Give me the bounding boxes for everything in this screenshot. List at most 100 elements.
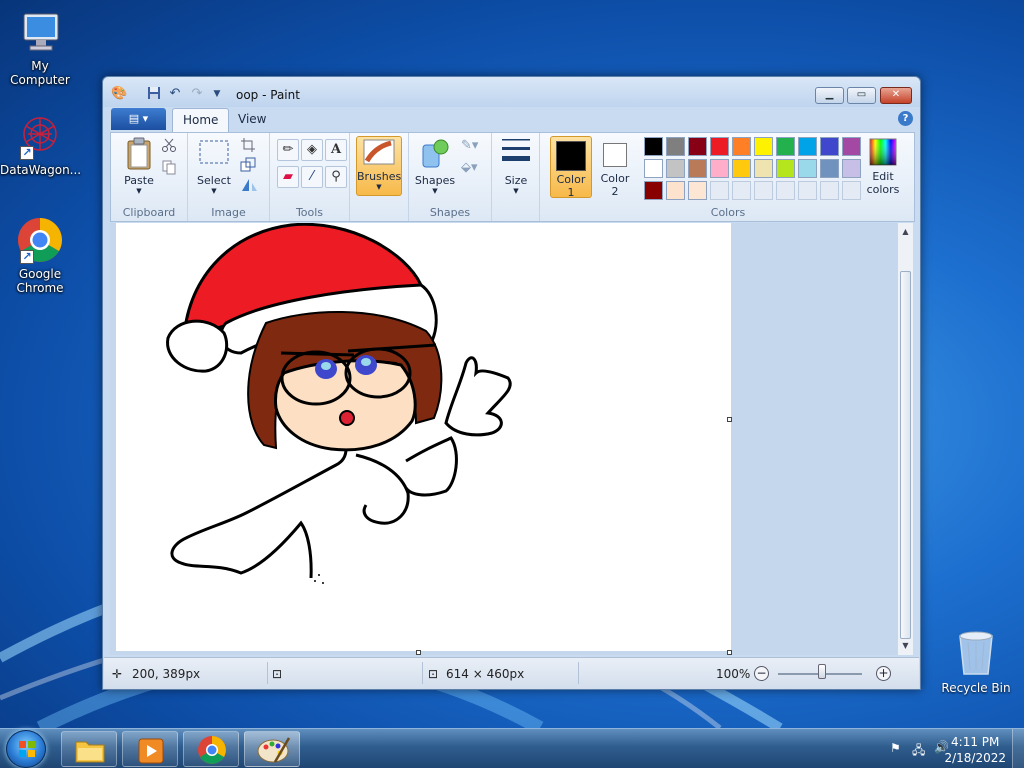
palette-swatch[interactable]: [732, 181, 751, 200]
palette-swatch[interactable]: [798, 181, 817, 200]
magnifier-icon[interactable]: ⚲: [325, 166, 347, 188]
palette-swatch[interactable]: [666, 181, 685, 200]
color2-swatch: [603, 143, 627, 167]
palette-swatch[interactable]: [732, 137, 751, 156]
color2-button[interactable]: Color 2: [595, 136, 635, 198]
select-label: Select: [197, 174, 231, 187]
zoom-out-button[interactable]: −: [754, 666, 769, 681]
taskbar-media-player[interactable]: [122, 731, 178, 767]
paint-menu-button[interactable]: ▤ ▾: [111, 108, 166, 130]
chrome-icon: ↗: [16, 216, 64, 264]
start-button[interactable]: [6, 730, 46, 768]
size-label: Size: [504, 174, 528, 187]
palette-swatch[interactable]: [710, 181, 729, 200]
palette-swatch[interactable]: [644, 181, 663, 200]
text-tool-icon[interactable]: A: [325, 139, 347, 161]
color-picker-icon[interactable]: ⁄: [301, 166, 323, 188]
palette-swatch[interactable]: [842, 159, 861, 178]
tools-group: ✏ ◈ A ▰ ⁄ ⚲ Tools: [270, 133, 350, 221]
desktop-icon-google-chrome[interactable]: ↗ Google Chrome: [0, 216, 80, 295]
palette-swatch[interactable]: [820, 137, 839, 156]
palette-swatch[interactable]: [842, 137, 861, 156]
shortcut-arrow-icon: ↗: [20, 146, 34, 160]
scroll-down-arrow-icon[interactable]: ▼: [898, 639, 913, 653]
palette-swatch[interactable]: [820, 181, 839, 200]
select-icon: [199, 140, 229, 164]
palette-swatch[interactable]: [666, 159, 685, 178]
crop-icon[interactable]: [240, 137, 260, 157]
help-icon[interactable]: ?: [898, 111, 913, 126]
color2-label-line1: Color: [600, 172, 630, 185]
palette-swatch[interactable]: [688, 181, 707, 200]
palette-swatch[interactable]: [798, 159, 817, 178]
fill-icon[interactable]: ⬙▾: [461, 160, 481, 180]
canvas-resize-handle-corner[interactable]: [727, 650, 732, 655]
rotate-icon[interactable]: [240, 177, 260, 197]
palette-swatch[interactable]: [776, 137, 795, 156]
resize-icon[interactable]: [240, 157, 260, 177]
scroll-up-arrow-icon[interactable]: ▲: [898, 225, 913, 239]
paint-app-icon[interactable]: 🎨: [111, 86, 127, 102]
pencil-icon[interactable]: ✏: [277, 139, 299, 161]
close-button[interactable]: ✕: [880, 87, 912, 104]
palette-swatch[interactable]: [710, 137, 729, 156]
edit-colors-button[interactable]: Edit colors: [860, 137, 906, 196]
zoom-slider-thumb[interactable]: [818, 664, 826, 679]
select-button[interactable]: Select ▼: [194, 137, 234, 195]
taskbar-chrome[interactable]: [183, 731, 239, 767]
taskbar-explorer[interactable]: [61, 731, 117, 767]
color1-button[interactable]: Color 1: [550, 136, 592, 199]
clock[interactable]: 4:11 PM 2/18/2022: [944, 734, 1006, 766]
desktop-icon-my-computer[interactable]: My Computer: [0, 8, 80, 87]
scrollbar-thumb[interactable]: [900, 271, 911, 639]
redo-icon[interactable]: ↷: [189, 86, 205, 102]
undo-icon[interactable]: ↶: [167, 86, 183, 102]
drawing-canvas[interactable]: [116, 222, 731, 651]
fill-bucket-icon[interactable]: ◈: [301, 139, 323, 161]
desktop-icon-datawagon[interactable]: ↗ DataWagon...: [0, 112, 82, 177]
canvas-resize-handle-bottom[interactable]: [416, 650, 421, 655]
title-bar[interactable]: 🎨 ↶ ↷ ▼ oop - Paint ▁ ▭ ✕: [103, 77, 920, 107]
eraser-icon[interactable]: ▰: [277, 166, 299, 188]
palette-swatch[interactable]: [754, 159, 773, 178]
vertical-scrollbar[interactable]: ▲ ▼: [897, 223, 913, 655]
zoom-in-button[interactable]: +: [876, 666, 891, 681]
palette-swatch[interactable]: [732, 159, 751, 178]
palette-swatch[interactable]: [798, 137, 817, 156]
palette-swatch[interactable]: [666, 137, 685, 156]
maximize-button[interactable]: ▭: [847, 87, 876, 104]
cut-icon[interactable]: [161, 137, 181, 157]
save-icon[interactable]: [146, 86, 162, 102]
size-button[interactable]: Size ▼: [498, 137, 534, 195]
desktop-icon-label: DataWagon...: [0, 163, 82, 177]
tab-view[interactable]: View: [228, 108, 276, 132]
network-icon[interactable]: 🖧: [912, 741, 925, 762]
palette-swatch[interactable]: [776, 181, 795, 200]
palette-swatch[interactable]: [710, 159, 729, 178]
customize-quick-access-icon[interactable]: ▼: [209, 86, 225, 102]
cursor-position-icon: ✛: [112, 667, 123, 681]
taskbar-paint[interactable]: [244, 731, 300, 767]
outline-icon[interactable]: ✎▾: [461, 138, 481, 158]
tab-home[interactable]: Home: [172, 108, 230, 132]
palette-swatch[interactable]: [644, 159, 663, 178]
palette-swatch[interactable]: [776, 159, 795, 178]
palette-swatch[interactable]: [842, 181, 861, 200]
copy-icon[interactable]: [161, 159, 181, 179]
desktop-icon-recycle-bin[interactable]: Recycle Bin: [940, 630, 1012, 695]
shapes-button[interactable]: Shapes ▼: [413, 137, 457, 195]
action-center-flag-icon[interactable]: ⚑: [890, 741, 901, 755]
paste-button[interactable]: Paste ▼: [117, 137, 161, 195]
palette-swatch[interactable]: [754, 137, 773, 156]
dropdown-arrow-icon: ▼: [432, 187, 438, 195]
show-desktop-button[interactable]: [1012, 729, 1024, 768]
palette-swatch[interactable]: [644, 137, 663, 156]
palette-swatch[interactable]: [688, 137, 707, 156]
palette-swatch[interactable]: [820, 159, 839, 178]
palette-swatch[interactable]: [754, 181, 773, 200]
palette-swatch[interactable]: [688, 159, 707, 178]
brushes-button[interactable]: Brushes ▼: [356, 136, 402, 196]
minimize-button[interactable]: ▁: [815, 87, 844, 104]
edit-colors-label-line1: Edit: [872, 170, 894, 183]
canvas-resize-handle-right[interactable]: [727, 417, 732, 422]
